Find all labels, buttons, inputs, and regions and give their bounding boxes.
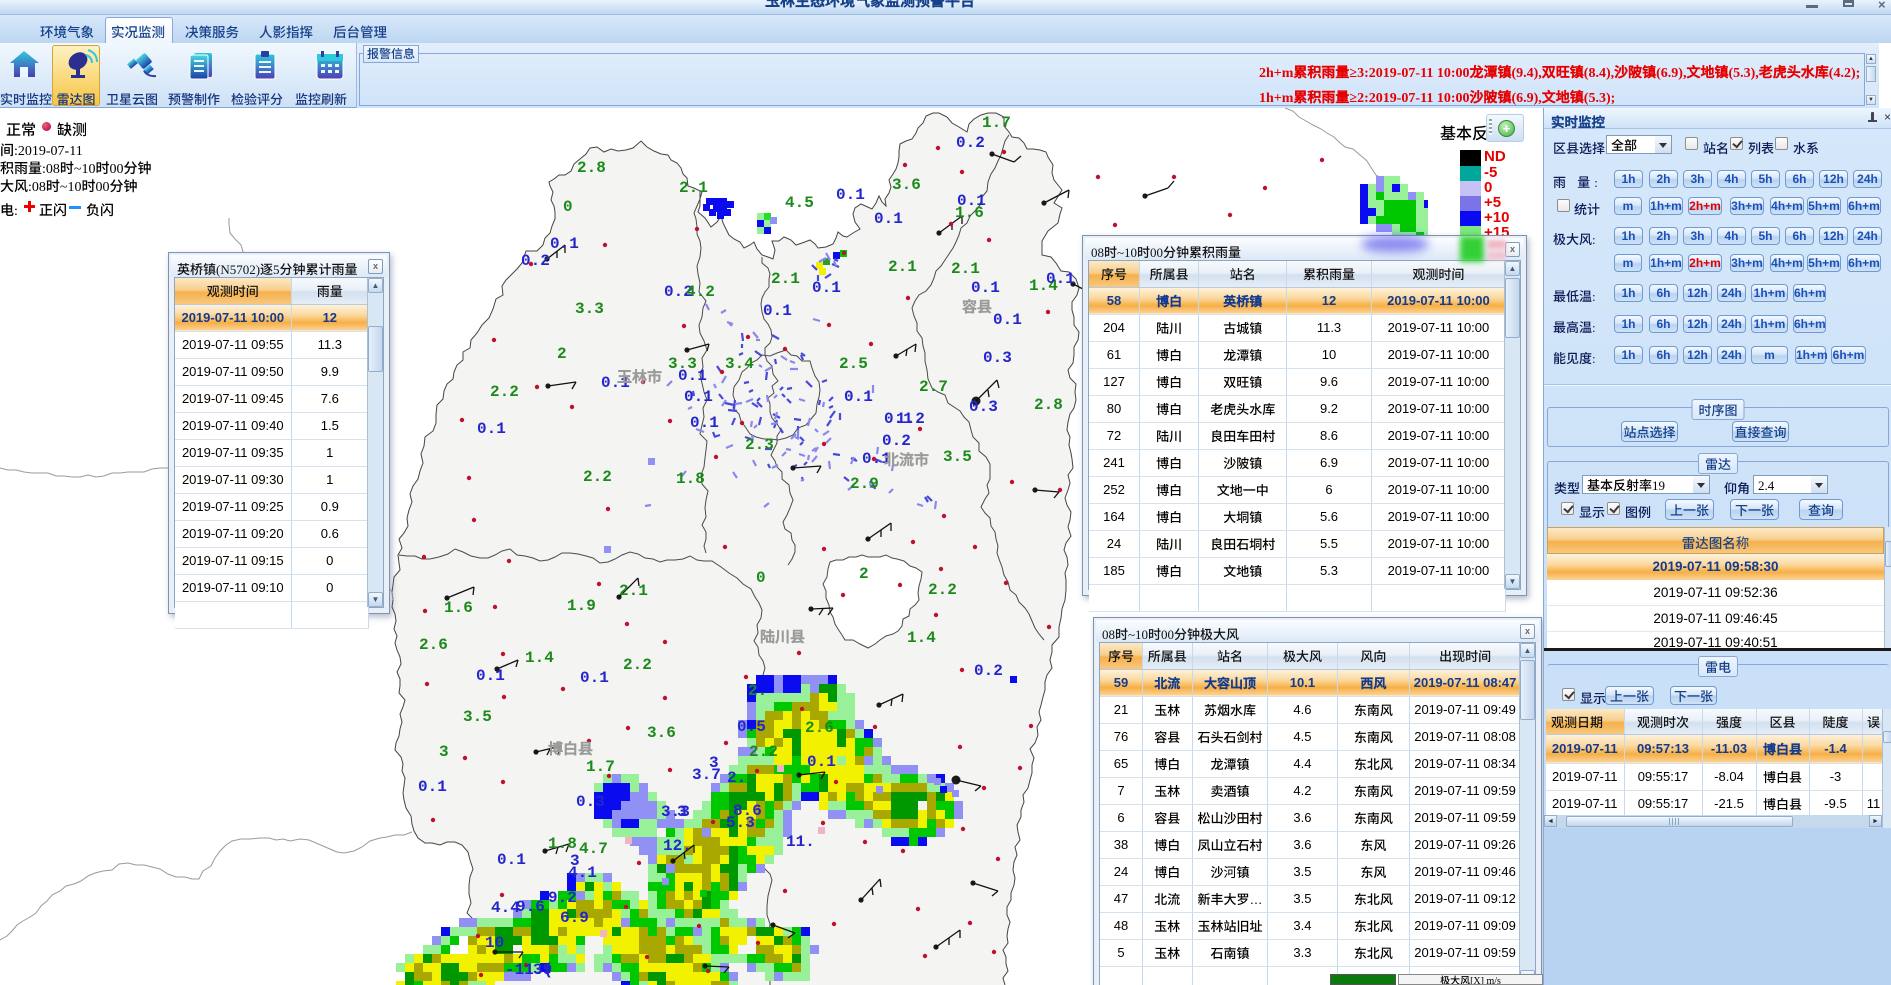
- svg-text:2.1: 2.1: [771, 270, 800, 288]
- svg-text:1.4: 1.4: [525, 649, 554, 667]
- svg-text:2.2: 2.2: [749, 743, 778, 761]
- svg-text:0.1: 0.1: [1046, 270, 1075, 288]
- svg-text:1.9: 1.9: [567, 597, 596, 615]
- svg-text:3: 3: [439, 743, 449, 761]
- svg-text:1.8: 1.8: [676, 470, 705, 488]
- svg-text:1.6: 1.6: [444, 599, 473, 617]
- svg-text:10: 10: [485, 934, 504, 952]
- svg-text:0.1: 0.1: [763, 302, 792, 320]
- svg-text:2.6: 2.6: [419, 636, 448, 654]
- svg-text:2.1: 2.1: [951, 260, 980, 278]
- svg-text:3.4: 3.4: [725, 355, 754, 373]
- svg-text:3.5: 3.5: [943, 448, 972, 466]
- svg-text:0.1: 0.1: [812, 279, 841, 297]
- svg-text:0.1: 0.1: [844, 388, 873, 406]
- svg-text:陆川县: 陆川县: [760, 626, 805, 647]
- svg-text:玉林市: 玉林市: [617, 366, 662, 387]
- svg-text:博白县: 博白县: [548, 738, 593, 759]
- svg-text:5.3: 5.3: [726, 814, 755, 832]
- svg-text:0.1: 0.1: [477, 420, 506, 438]
- svg-text:0.1: 0.1: [418, 778, 447, 796]
- svg-text:0.1: 0.1: [580, 669, 609, 687]
- svg-text:2.2: 2.2: [623, 656, 652, 674]
- svg-text:0.1: 0.1: [807, 753, 836, 771]
- svg-text:0.2: 0.2: [882, 432, 911, 450]
- svg-text:0.3: 0.3: [969, 398, 998, 416]
- svg-text:2: 2: [859, 565, 869, 583]
- svg-text:4.7: 4.7: [579, 840, 608, 858]
- svg-text:6.9: 6.9: [560, 909, 589, 927]
- svg-text:4.5: 4.5: [785, 194, 814, 212]
- svg-text:0.2: 0.2: [521, 252, 550, 270]
- svg-text:1.2: 1.2: [896, 410, 925, 428]
- svg-text:11.: 11.: [786, 833, 815, 851]
- svg-text:2.8: 2.8: [577, 159, 606, 177]
- svg-text:2.5: 2.5: [839, 355, 868, 373]
- svg-text:北流市: 北流市: [884, 449, 929, 470]
- svg-text:2.1: 2.1: [888, 258, 917, 276]
- svg-text:1.7: 1.7: [982, 114, 1011, 132]
- svg-text:0.1: 0.1: [476, 667, 505, 685]
- svg-text:2.2: 2.2: [490, 383, 519, 401]
- svg-text:1.4: 1.4: [907, 629, 936, 647]
- svg-text:2.: 2.: [748, 682, 767, 700]
- svg-text:1.7: 1.7: [586, 758, 615, 776]
- svg-text:2.2: 2.2: [928, 581, 957, 599]
- svg-text:0.1: 0.1: [690, 414, 719, 432]
- svg-text:3.3: 3.3: [575, 300, 604, 318]
- svg-text:0.1: 0.1: [836, 186, 865, 204]
- svg-text:3.5: 3.5: [463, 708, 492, 726]
- svg-text:2.8: 2.8: [1034, 396, 1063, 414]
- svg-text:3.6: 3.6: [647, 724, 676, 742]
- svg-text:0.2: 0.2: [974, 662, 1003, 680]
- svg-text:1.8: 1.8: [548, 835, 577, 853]
- svg-text:3.6: 3.6: [892, 176, 921, 194]
- svg-text:0.1: 0.1: [684, 388, 713, 406]
- svg-text:2.2: 2.2: [583, 468, 612, 486]
- svg-text:2.: 2.: [727, 769, 746, 787]
- svg-text:0.1: 0.1: [993, 311, 1022, 329]
- svg-text:12.: 12.: [663, 837, 692, 855]
- svg-text:1.6: 1.6: [955, 204, 984, 222]
- svg-text:2: 2: [557, 345, 567, 363]
- svg-text:2.1: 2.1: [679, 179, 708, 197]
- svg-text:2.3: 2.3: [745, 436, 774, 454]
- svg-text:0.3: 0.3: [983, 349, 1012, 367]
- svg-text:0.1: 0.1: [874, 210, 903, 228]
- svg-text:9.2: 9.2: [548, 889, 577, 907]
- svg-text:39: 39: [533, 961, 552, 979]
- svg-text:容县: 容县: [961, 296, 992, 317]
- svg-text:3.7: 3.7: [692, 766, 721, 784]
- svg-text:3: 3: [677, 803, 687, 821]
- svg-text:2.7: 2.7: [919, 378, 948, 396]
- svg-text:0: 0: [756, 569, 766, 587]
- svg-text:0.1: 0.1: [971, 279, 1000, 297]
- svg-text:4.1: 4.1: [568, 864, 597, 882]
- svg-text:0.5: 0.5: [737, 718, 766, 736]
- svg-text:2.6: 2.6: [805, 719, 834, 737]
- svg-text:0.3: 0.3: [576, 793, 605, 811]
- svg-text:2.9: 2.9: [850, 475, 879, 493]
- svg-text:0.1: 0.1: [678, 367, 707, 385]
- svg-text:0.1: 0.1: [497, 851, 526, 869]
- svg-text:9.6: 9.6: [516, 898, 545, 916]
- svg-text:2.1: 2.1: [619, 582, 648, 600]
- svg-text:0.2: 0.2: [956, 134, 985, 152]
- svg-text:0: 0: [563, 198, 573, 216]
- svg-text:0.1: 0.1: [550, 235, 579, 253]
- svg-text:4.2: 4.2: [686, 283, 715, 301]
